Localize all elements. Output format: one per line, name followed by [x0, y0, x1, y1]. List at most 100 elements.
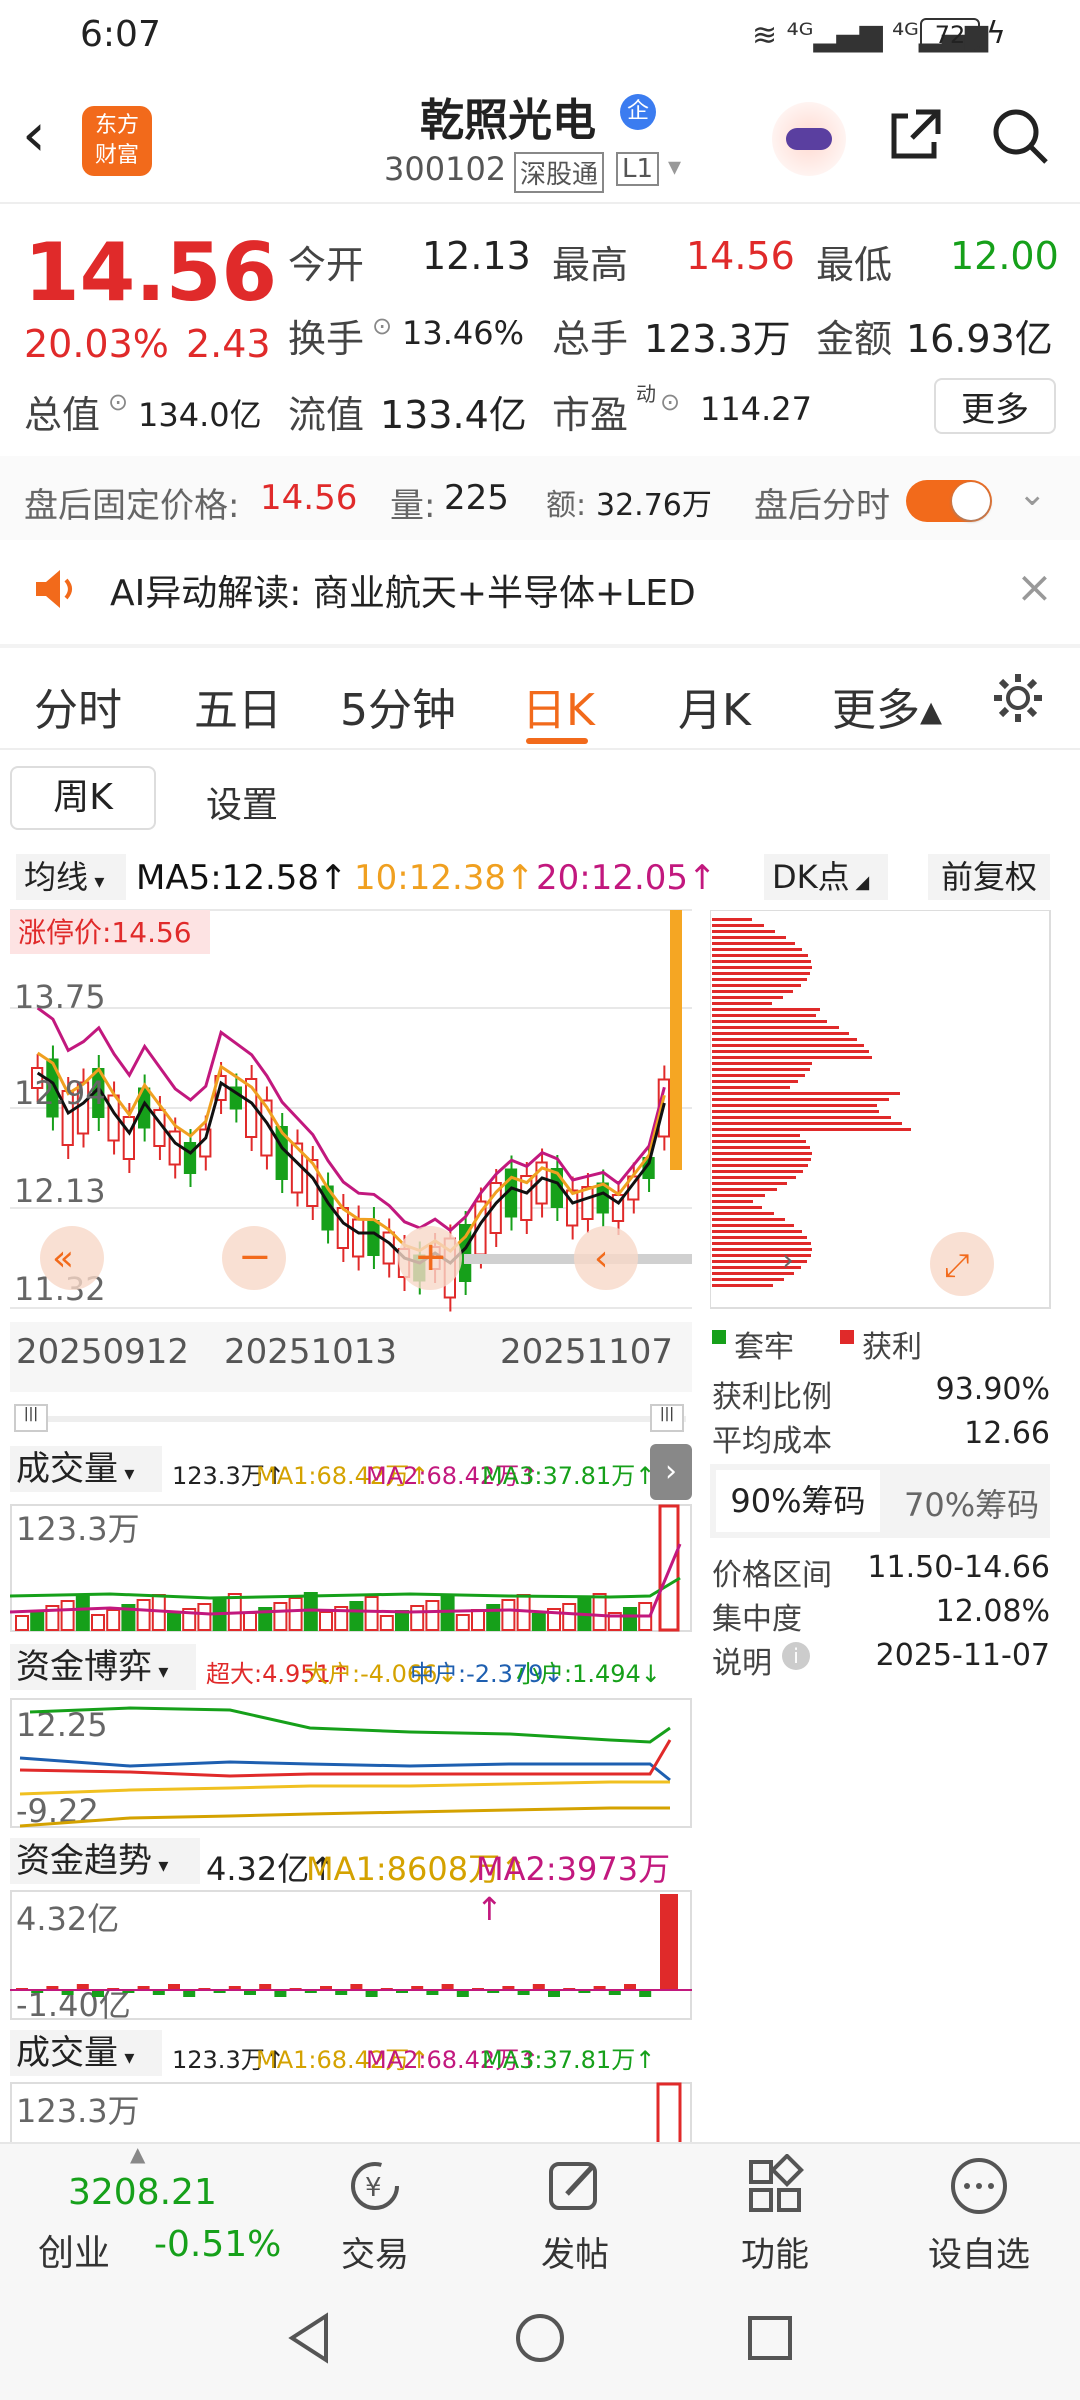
volume2-chart[interactable]: 123.3万	[10, 2082, 692, 2142]
fund-game-selector[interactable]: 资金博弈 ▾	[10, 1644, 196, 1690]
chip-bar	[712, 1044, 864, 1047]
ai-robot-icon[interactable]	[772, 102, 846, 176]
share-icon[interactable]	[886, 104, 946, 164]
weekly-k-button[interactable]: 周K	[10, 766, 156, 830]
tab-70-chips[interactable]: 70%筹码	[904, 1480, 1039, 1526]
back-icon[interactable]: ‹	[22, 100, 46, 170]
chip-bar	[712, 936, 786, 939]
volume2-ma3: MA3:37.81万↑	[482, 2046, 656, 2074]
close-icon[interactable]: ×	[1016, 562, 1053, 613]
dropdown-icon: ▾	[88, 869, 105, 893]
fund-game-chart[interactable]: 12.25 -9.22	[10, 1698, 692, 1828]
candle	[336, 1207, 350, 1249]
range-left-handle[interactable]: |||	[14, 1404, 48, 1432]
dk-point-selector[interactable]: DK点 ◢	[764, 854, 888, 900]
range-right-handle[interactable]: |||	[650, 1404, 684, 1432]
chip-bar	[712, 1104, 877, 1107]
system-nav-bar	[0, 2280, 1080, 2400]
tight-swatch	[712, 1330, 726, 1344]
after-hours-toggle[interactable]	[906, 480, 992, 522]
chip-bar	[712, 942, 795, 945]
single-left-icon: ‹	[594, 1238, 608, 1279]
back-nav-icon[interactable]	[282, 2310, 338, 2366]
active-tab-indicator	[526, 738, 588, 744]
mcap-value: 134.0亿	[138, 396, 262, 434]
high-label: 最高	[552, 243, 629, 287]
k-line-chart[interactable]: 涨停价:14.56 13.75 12.94 12.13 11.32 « − + …	[10, 908, 692, 1324]
trade-button[interactable]: ¥ 交易	[300, 2154, 450, 2276]
fund-trend-header: 资金趋势 ▾ 4.32亿↑ MA1:8608万↑ MA2:3973万↑	[10, 1836, 692, 1928]
info-icon[interactable]: ⊙	[372, 312, 392, 340]
quote-panel: 14.56 20.03% 2.43 今开 12.13 最高 14.56 最低 1…	[0, 206, 1080, 450]
after-amt: 32.76万	[596, 488, 712, 523]
chip-distribution-chart[interactable]: ⤢ ›	[710, 910, 1052, 1310]
volume-ma3-line	[10, 1576, 681, 1600]
home-nav-icon[interactable]	[512, 2310, 568, 2366]
gear-icon[interactable]	[990, 670, 1046, 726]
search-icon[interactable]	[990, 106, 1050, 166]
chevron-down-icon[interactable]: ⌄	[1018, 474, 1047, 514]
volume-selector[interactable]: 成交量 ▾	[10, 1446, 162, 1492]
add-watchlist-button[interactable]: 设自选	[904, 2154, 1054, 2276]
battery-icon: 72	[920, 18, 980, 52]
volume2-selector[interactable]: 成交量 ▾	[10, 2030, 162, 2076]
settings-link[interactable]: 设置	[206, 776, 278, 828]
chip-bar	[712, 948, 802, 951]
chip-bar	[712, 1284, 773, 1287]
recents-nav-icon[interactable]	[742, 2310, 798, 2366]
volume-chart[interactable]: 123.3万	[10, 1504, 692, 1632]
chip-bar	[712, 1002, 772, 1005]
tab-five-day[interactable]: 五日	[194, 674, 282, 738]
post-label: 发帖	[541, 2235, 609, 2275]
volume-bar	[30, 1610, 45, 1631]
range-scrollbar[interactable]: ||| |||	[14, 1404, 686, 1432]
chip-bar	[712, 1254, 811, 1257]
chip-bar	[712, 1152, 812, 1155]
ai-insight-bar[interactable]: AI异动解读: 商业航天+半导体+LED ×	[0, 540, 1080, 644]
tab-timeshare[interactable]: 分时	[34, 674, 122, 738]
tab-5min[interactable]: 5分钟	[340, 674, 456, 738]
amount-value: 16.93亿	[906, 317, 1053, 361]
info-icon[interactable]: i	[782, 1642, 810, 1670]
concentration-label: 集中度	[712, 1602, 802, 1637]
chip-bar	[712, 1158, 811, 1161]
tab-more[interactable]: 更多▴	[832, 674, 942, 738]
tab-daily-k[interactable]: 日K	[522, 674, 595, 738]
function-button[interactable]: 功能	[700, 2153, 850, 2276]
chip-bar	[712, 996, 783, 999]
fund-trend-title: 资金趋势	[16, 1841, 152, 1881]
ma-row: 均线 ▾ MA5:12.58↑ 10:12.38↑ 20:12.05↑ DK点 …	[10, 850, 1060, 906]
more-button[interactable]: 更多	[934, 378, 1056, 434]
chip-bar	[712, 1080, 798, 1083]
info-icon[interactable]: ⊙	[660, 388, 680, 416]
after-price-label: 盘后固定价格:	[24, 486, 240, 526]
profit-swatch	[840, 1330, 854, 1344]
chip-bar	[712, 1248, 812, 1251]
fund-trend-selector[interactable]: 资金趋势 ▾	[10, 1838, 200, 1884]
post-button[interactable]: 发帖	[500, 2154, 650, 2276]
panel-expand-button[interactable]: ›	[650, 1444, 692, 1500]
tab-monthly-k[interactable]: 月K	[678, 674, 751, 738]
stock-name: 乾照光电	[420, 95, 596, 146]
turnover-label: 换手	[288, 317, 365, 361]
info-icon[interactable]: ⊙	[108, 388, 128, 416]
dropdown-icon: ▾	[152, 1853, 169, 1877]
limit-up-candle	[670, 910, 682, 1170]
after-qty: 225	[444, 478, 509, 518]
dropdown-icon[interactable]: ▾	[668, 152, 681, 182]
chip-bar	[712, 1188, 777, 1191]
index-ticker[interactable]: ▲ 3208.21 创业 -0.51%	[0, 2142, 281, 2282]
chip-bar	[712, 1176, 796, 1179]
dropdown-icon: ▾	[152, 1659, 169, 1683]
trend-bar	[183, 1990, 196, 1997]
bottom-toolbar: ▲ 3208.21 创业 -0.51% ¥ 交易 发帖 功能 设自选	[0, 2142, 1080, 2280]
adjust-selector[interactable]: 前复权	[928, 854, 1050, 900]
fund-trend-chart[interactable]: 4.32亿 -1.40亿	[10, 1890, 692, 2020]
indicator-selector[interactable]: 均线 ▾	[16, 854, 126, 900]
logo-line2: 财富	[94, 143, 139, 168]
dropdown-icon: ▾	[118, 2045, 135, 2069]
avg-cost-label: 平均成本	[712, 1424, 832, 1459]
grid-icon	[749, 2153, 804, 2212]
tab-90-chips[interactable]: 90%筹码	[716, 1470, 880, 1532]
concentration-value: 12.08%	[935, 1594, 1050, 1629]
